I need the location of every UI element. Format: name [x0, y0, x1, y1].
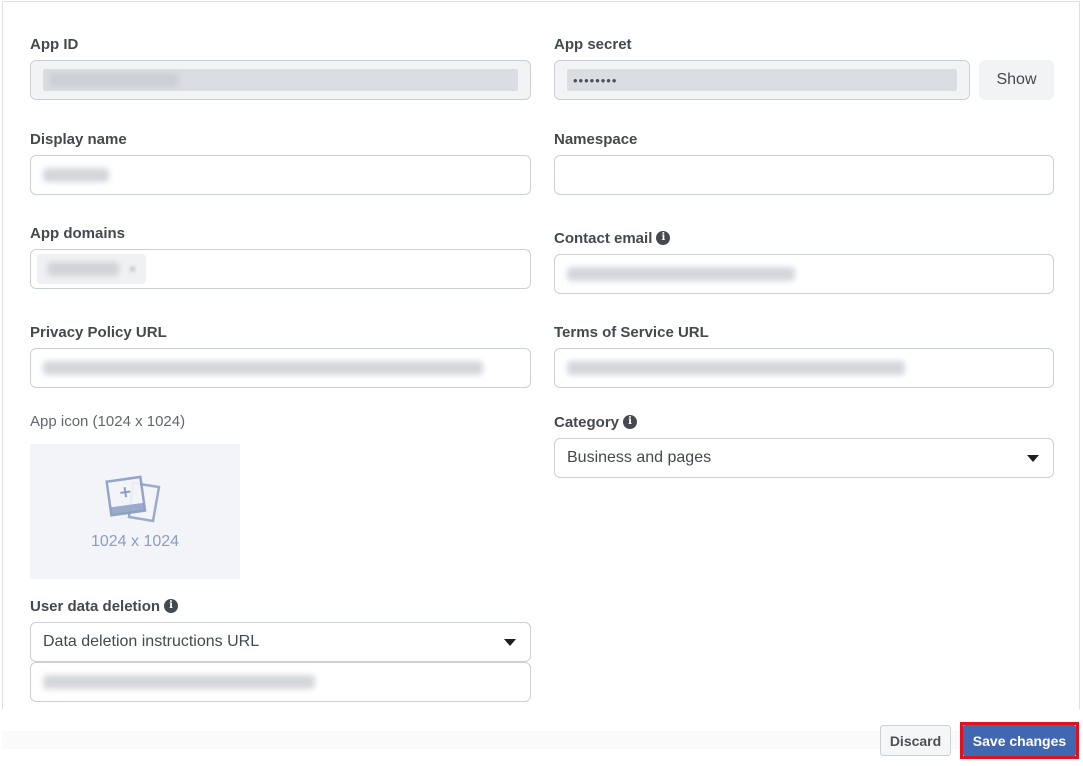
namespace-input[interactable]: [554, 155, 1054, 195]
info-icon[interactable]: i: [164, 599, 179, 613]
app-id-label: App ID: [30, 35, 79, 53]
app-icon-field: App icon (1024 x 1024): [30, 411, 185, 431]
chevron-down-icon: [504, 639, 516, 646]
app-icon-label: App icon (1024 x 1024): [30, 412, 186, 430]
redacted-value: [567, 267, 795, 281]
app-secret-field: App secret: [554, 34, 632, 54]
user-data-deletion-field: User data deletion i: [30, 596, 179, 616]
display-name-input[interactable]: [30, 155, 531, 195]
app-icon-upload[interactable]: 1024 x 1024: [30, 444, 240, 579]
user-data-deletion-label-row: User data deletion i: [30, 596, 179, 616]
domain-chip: ×: [37, 254, 147, 284]
redacted-value: [43, 361, 483, 375]
app-icon-placeholder-text: 1024 x 1024: [90, 532, 180, 550]
app-secret-value: ••••••••: [573, 72, 618, 88]
app-domains-field: App domains: [30, 223, 125, 243]
contact-email-label-row: Contact email i: [554, 228, 671, 248]
terms-of-service-input[interactable]: [554, 348, 1054, 388]
info-icon[interactable]: i: [623, 415, 638, 429]
category-selected-value: Business and pages: [567, 449, 712, 466]
display-name-field: Display name: [30, 129, 127, 149]
terms-of-service-label: Terms of Service URL: [554, 323, 709, 341]
contact-email-label: Contact email: [554, 229, 653, 247]
privacy-policy-field: Privacy Policy URL: [30, 322, 167, 342]
contact-email-input[interactable]: [554, 254, 1054, 294]
redacted-value: [47, 262, 119, 276]
chevron-down-icon: [1027, 455, 1039, 462]
app-id-input[interactable]: [30, 60, 531, 100]
display-name-label: Display name: [30, 130, 127, 148]
redacted-value: [49, 73, 179, 87]
namespace-field: Namespace: [554, 129, 637, 149]
show-secret-button[interactable]: Show: [979, 60, 1054, 100]
redacted-value: [43, 168, 109, 182]
discard-button[interactable]: Discard: [880, 725, 951, 756]
info-icon[interactable]: i: [656, 231, 671, 245]
user-data-deletion-select[interactable]: Data deletion instructions URL: [30, 622, 531, 662]
app-domains-label: App domains: [30, 224, 126, 242]
category-field: Category i: [554, 412, 638, 432]
redacted-value: [567, 361, 905, 375]
image-upload-icon: [105, 475, 161, 522]
app-id-field: App ID: [30, 34, 78, 54]
privacy-policy-label: Privacy Policy URL: [30, 323, 167, 341]
user-data-deletion-label: User data deletion: [30, 597, 161, 615]
contact-email-field: Contact email i: [554, 228, 671, 248]
app-secret-input[interactable]: ••••••••: [554, 60, 970, 100]
app-domains-input[interactable]: ×: [30, 249, 531, 289]
data-deletion-url-input[interactable]: [30, 662, 531, 702]
category-select[interactable]: Business and pages: [554, 438, 1054, 478]
terms-of-service-field: Terms of Service URL: [554, 322, 709, 342]
remove-chip-icon[interactable]: ×: [129, 262, 136, 276]
app-secret-label: App secret: [554, 35, 632, 53]
namespace-label: Namespace: [554, 130, 638, 148]
category-label-row: Category i: [554, 412, 638, 432]
redacted-value: [43, 675, 315, 689]
user-data-deletion-selected-value: Data deletion instructions URL: [43, 633, 260, 650]
category-label: Category: [554, 413, 620, 431]
privacy-policy-input[interactable]: [30, 348, 531, 388]
save-changes-button[interactable]: Save changes: [963, 725, 1076, 756]
